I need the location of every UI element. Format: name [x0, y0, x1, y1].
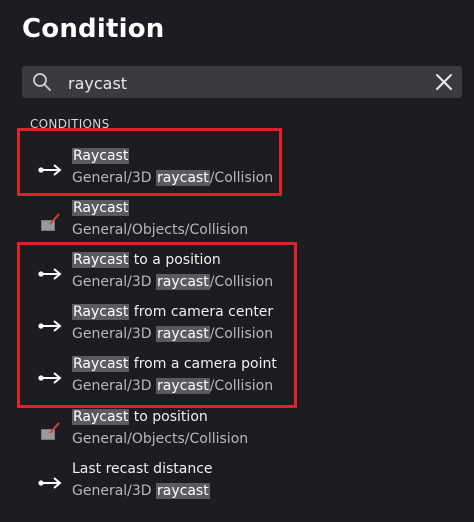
list-item[interactable]: Last recast distance General/3D raycast	[30, 459, 290, 507]
item-path: General/Objects/Collision	[72, 431, 249, 447]
item-name: to position	[129, 409, 208, 425]
search-bar[interactable]	[22, 66, 462, 98]
item-name-match: Raycast	[72, 409, 130, 425]
arrow-right-icon	[38, 477, 62, 489]
collision-box-icon	[41, 213, 60, 231]
highlight-box	[17, 242, 297, 408]
search-icon	[33, 73, 51, 91]
item-path-match: raycast	[156, 483, 210, 499]
close-icon[interactable]	[434, 72, 454, 92]
item-path: General/Objects/Collision	[72, 222, 249, 238]
item-name-match: Raycast	[72, 200, 130, 216]
search-input[interactable]	[66, 69, 430, 97]
list-item[interactable]: Raycast to position General/Objects/Coll…	[30, 407, 290, 455]
item-path: General/3D	[72, 483, 157, 499]
highlight-box	[17, 128, 282, 196]
page-title: Condition	[22, 14, 165, 44]
item-name: Last recast distance	[72, 461, 213, 477]
collision-box-icon	[41, 422, 60, 440]
list-item[interactable]: Raycast General/Objects/Collision	[30, 198, 290, 246]
